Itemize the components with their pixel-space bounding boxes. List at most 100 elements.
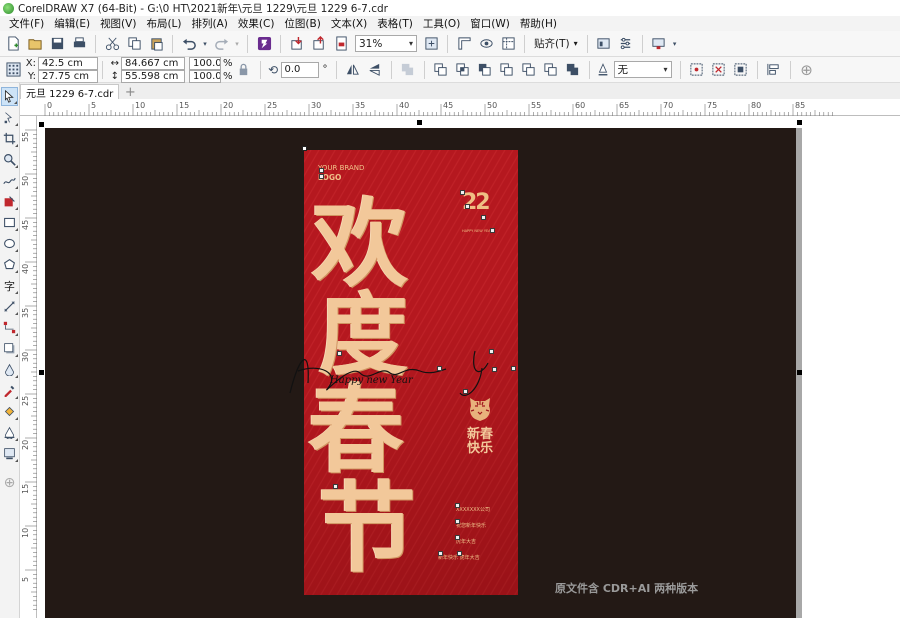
headline-char-4[interactable]: 节 — [318, 480, 416, 578]
selection-handle-middle-right[interactable] — [797, 370, 802, 375]
cut-icon[interactable] — [102, 34, 122, 54]
undo-icon[interactable] — [179, 34, 199, 54]
smart-fill-bucket-icon[interactable] — [1, 423, 18, 442]
options-icon[interactable] — [616, 34, 636, 54]
x-position-input[interactable]: 42.5 cm — [38, 56, 98, 70]
node-handle[interactable] — [481, 215, 486, 220]
outline-tool-icon[interactable] — [1, 444, 18, 463]
new-tab-plus-icon[interactable]: + — [123, 85, 137, 100]
align-distribute-icon[interactable] — [764, 60, 784, 80]
search-content-icon[interactable] — [254, 34, 274, 54]
node-handle[interactable] — [460, 190, 465, 195]
drop-shadow-tool-icon[interactable] — [1, 339, 18, 358]
back-minus-front-icon[interactable] — [541, 60, 561, 80]
node-handle[interactable] — [489, 349, 494, 354]
menu-help[interactable]: 帮助(H) — [515, 16, 562, 31]
crop-tool-icon[interactable] — [1, 129, 18, 148]
node-handle[interactable] — [438, 551, 443, 556]
undo-dropdown-icon[interactable]: ▾ — [201, 34, 209, 54]
front-minus-back-icon[interactable] — [519, 60, 539, 80]
menu-table[interactable]: 表格(T) — [372, 16, 418, 31]
drawing-workspace[interactable]: YOUR BRAND LOGO 欢 度 春 节 22 HAPPY NEW YEA… — [37, 116, 900, 618]
menu-tools[interactable]: 工具(O) — [418, 16, 465, 31]
selection-handle-top-right[interactable] — [797, 120, 802, 125]
vertical-ruler[interactable]: 55 50 45 40 35 30 25 20 15 10 5 — [20, 116, 37, 618]
snap-to-dropdown[interactable]: 贴齐(T) ▾ — [530, 36, 582, 51]
ellipse-tool-icon[interactable] — [1, 234, 18, 253]
menu-text[interactable]: 文本(X) — [326, 16, 372, 31]
node-handle[interactable] — [337, 351, 342, 356]
export-icon[interactable] — [309, 34, 329, 54]
brand-logo-text[interactable]: YOUR BRAND LOGO — [318, 164, 364, 182]
redo-icon[interactable] — [211, 34, 231, 54]
height-input[interactable]: 55.598 cm — [121, 69, 185, 83]
new-document-icon[interactable] — [3, 34, 23, 54]
node-handle[interactable] — [437, 366, 442, 371]
node-handle[interactable] — [455, 503, 460, 508]
rotation-angle-input[interactable]: 0.0 — [280, 61, 319, 78]
selection-handle-top-middle[interactable] — [417, 120, 422, 125]
zoom-level-dropdown[interactable]: 31% ▾ — [355, 35, 417, 52]
open-folder-icon[interactable] — [25, 34, 45, 54]
polygon-tool-icon[interactable] — [1, 255, 18, 274]
transparency-tool-icon[interactable] — [1, 360, 18, 379]
script-happy-new-year[interactable]: Happy new Year — [270, 343, 520, 403]
node-handle[interactable] — [319, 168, 324, 173]
interactive-fill-tool-icon[interactable] — [1, 402, 18, 421]
object-origin-icon[interactable] — [3, 60, 23, 80]
redo-dropdown-icon[interactable]: ▾ — [233, 34, 241, 54]
poster-selection-handle[interactable] — [302, 146, 307, 151]
menu-arrange[interactable]: 排列(A) — [187, 16, 233, 31]
welcome-screen-icon[interactable] — [594, 34, 614, 54]
publish-pdf-icon[interactable] — [331, 34, 351, 54]
node-handle[interactable] — [490, 228, 495, 233]
import-icon[interactable] — [287, 34, 307, 54]
add-tool-plus-icon[interactable]: ⊕ — [1, 473, 18, 492]
node-handle[interactable] — [319, 174, 324, 179]
info-line-1[interactable]: XXXXXXX公司 — [456, 506, 490, 513]
info-line-2[interactable]: 祝您新年快乐 — [456, 522, 486, 529]
width-input[interactable]: 84.667 cm — [121, 56, 185, 70]
node-handle[interactable] — [492, 367, 497, 372]
node-handle[interactable] — [333, 484, 338, 489]
outline-width-dropdown[interactable]: 无 ▾ — [613, 61, 672, 78]
save-icon[interactable] — [47, 34, 67, 54]
freehand-tool-icon[interactable] — [1, 171, 18, 190]
horizontal-ruler[interactable]: 0 5 10 15 20 25 30 35 40 45 50 55 60 65 70 75 80 85 — [20, 99, 900, 116]
menu-window[interactable]: 窗口(W) — [465, 16, 515, 31]
node-handle[interactable] — [511, 366, 516, 371]
document-page[interactable]: YOUR BRAND LOGO 欢 度 春 节 22 HAPPY NEW YEA… — [45, 128, 796, 618]
year-number[interactable]: 22 — [462, 190, 491, 215]
combine-icon[interactable] — [398, 60, 418, 80]
lock-ratio-icon[interactable] — [234, 60, 254, 80]
application-launcher-icon[interactable] — [649, 34, 669, 54]
node-handle[interactable] — [457, 551, 462, 556]
y-position-input[interactable]: 27.75 cm — [38, 69, 98, 83]
smart-fill-tool-icon[interactable] — [1, 192, 18, 211]
launcher-dropdown-icon[interactable]: ▾ — [671, 34, 679, 54]
menu-file[interactable]: 文件(F) — [4, 16, 49, 31]
node-handle[interactable] — [455, 535, 460, 540]
selection-handle-top-left[interactable] — [39, 122, 44, 127]
break-apart-icon[interactable] — [709, 60, 729, 80]
pick-tool-icon[interactable] — [1, 87, 18, 106]
scale-height-input[interactable]: 100.0 — [189, 69, 221, 83]
group-icon[interactable] — [731, 60, 751, 80]
show-guidelines-icon[interactable] — [498, 34, 518, 54]
node-handle[interactable] — [455, 519, 460, 524]
menu-edit[interactable]: 编辑(E) — [49, 16, 95, 31]
menu-layout[interactable]: 布局(L) — [141, 16, 186, 31]
menu-bitmaps[interactable]: 位图(B) — [279, 16, 325, 31]
parallel-dimension-tool-icon[interactable] — [1, 297, 18, 316]
trim-icon[interactable] — [453, 60, 473, 80]
shape-tool-icon[interactable] — [1, 108, 18, 127]
selection-handle-middle-left[interactable] — [39, 370, 44, 375]
color-eyedropper-tool-icon[interactable] — [1, 381, 18, 400]
xinchun-kuaile-text[interactable]: 新春 快乐 — [464, 428, 496, 456]
text-tool-icon[interactable]: 字 — [1, 276, 18, 295]
add-plus-icon[interactable]: ⊕ — [797, 60, 817, 80]
node-handle[interactable] — [463, 389, 468, 394]
node-handle[interactable] — [465, 204, 470, 209]
simplify-icon[interactable] — [497, 60, 517, 80]
mirror-vertical-icon[interactable] — [365, 60, 385, 80]
